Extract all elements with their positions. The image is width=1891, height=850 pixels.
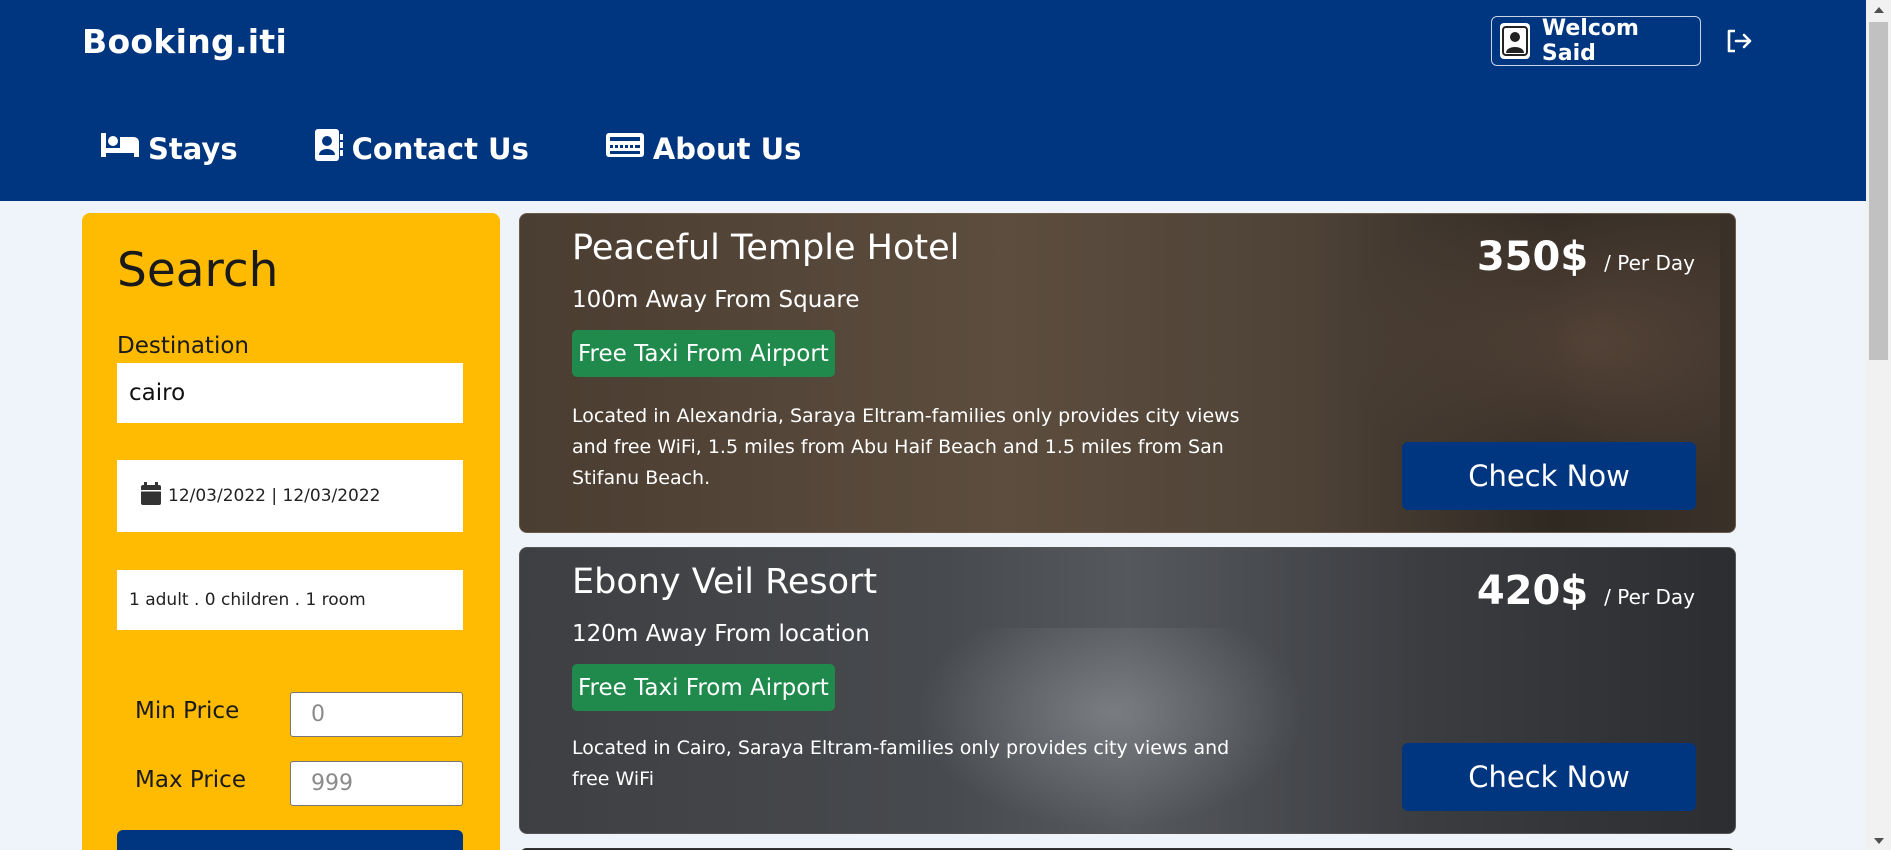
date-range-text: 12/03/2022 | 12/03/2022 — [168, 486, 381, 506]
keyboard-icon — [605, 131, 653, 166]
hotel-name[interactable]: Ebony Veil Resort — [572, 562, 877, 602]
destination-input[interactable] — [117, 363, 463, 423]
search-panel: Search Destination 12/03/2022 | 12/03/20… — [82, 213, 500, 850]
scroll-up-icon[interactable] — [1874, 7, 1884, 13]
max-price-label: Max Price — [135, 767, 246, 793]
search-title: Search — [117, 243, 279, 298]
search-button[interactable] — [117, 830, 463, 850]
price-unit: / Per Day — [1604, 251, 1695, 275]
welcome-text: Welcom Said — [1541, 16, 1639, 66]
nav-item-stays[interactable]: Stays — [100, 131, 238, 166]
hotel-card: Ebony Veil Resort 120m Away From locatio… — [519, 547, 1736, 834]
date-range-picker[interactable]: 12/03/2022 | 12/03/2022 — [117, 460, 463, 532]
user-icon — [1500, 23, 1530, 59]
price-amount: 350$ — [1476, 234, 1589, 280]
min-price-input[interactable] — [290, 692, 463, 737]
free-taxi-badge: Free Taxi From Airport — [572, 664, 835, 711]
nav-item-label: Contact Us — [351, 131, 529, 166]
main-nav: Stays Contact Us About Us — [100, 128, 877, 169]
destination-label: Destination — [117, 333, 249, 359]
brand-logo[interactable]: Booking.iti — [82, 22, 287, 61]
bed-icon — [100, 131, 148, 166]
check-now-button[interactable]: Check Now — [1402, 743, 1696, 811]
hotel-distance: 100m Away From Square — [572, 287, 860, 313]
contact-card-icon — [314, 128, 352, 169]
price-amount: 420$ — [1476, 568, 1589, 614]
nav-item-contact[interactable]: Contact Us — [314, 128, 529, 169]
user-menu-button[interactable]: Welcom Said — [1491, 16, 1701, 66]
nav-item-about[interactable]: About Us — [605, 131, 802, 166]
hotel-price: 420$ / Per Day — [1477, 568, 1695, 614]
hotel-price: 350$ / Per Day — [1477, 234, 1695, 280]
logout-icon[interactable] — [1724, 26, 1754, 56]
guests-selector[interactable]: 1 adult . 0 children . 1 room — [117, 570, 463, 630]
hotel-description: Located in Cairo, Saraya Eltram-families… — [572, 737, 1230, 790]
free-taxi-badge: Free Taxi From Airport — [572, 330, 835, 377]
nav-item-label: Stays — [148, 131, 238, 166]
min-price-label: Min Price — [135, 698, 240, 724]
page-scrollbar[interactable] — [1866, 0, 1891, 850]
top-header: Booking.iti Welcom Said Stays Contact Us… — [0, 0, 1866, 201]
hotel-photo-overlay — [900, 628, 1320, 833]
guests-text: 1 adult . 0 children . 1 room — [129, 590, 366, 610]
price-unit: / Per Day — [1604, 585, 1695, 609]
hotel-card: Peaceful Temple Hotel 100m Away From Squ… — [519, 213, 1736, 533]
scroll-thumb[interactable] — [1869, 22, 1888, 360]
max-price-input[interactable] — [290, 761, 463, 806]
hotel-name[interactable]: Peaceful Temple Hotel — [572, 228, 959, 268]
check-now-button[interactable]: Check Now — [1402, 442, 1696, 510]
hotel-distance: 120m Away From location — [572, 621, 870, 647]
nav-item-label: About Us — [652, 131, 802, 166]
hotel-description: Located in Alexandria, Saraya Eltram-fam… — [572, 405, 1240, 489]
scroll-down-icon[interactable] — [1874, 838, 1884, 844]
calendar-icon — [140, 481, 168, 511]
